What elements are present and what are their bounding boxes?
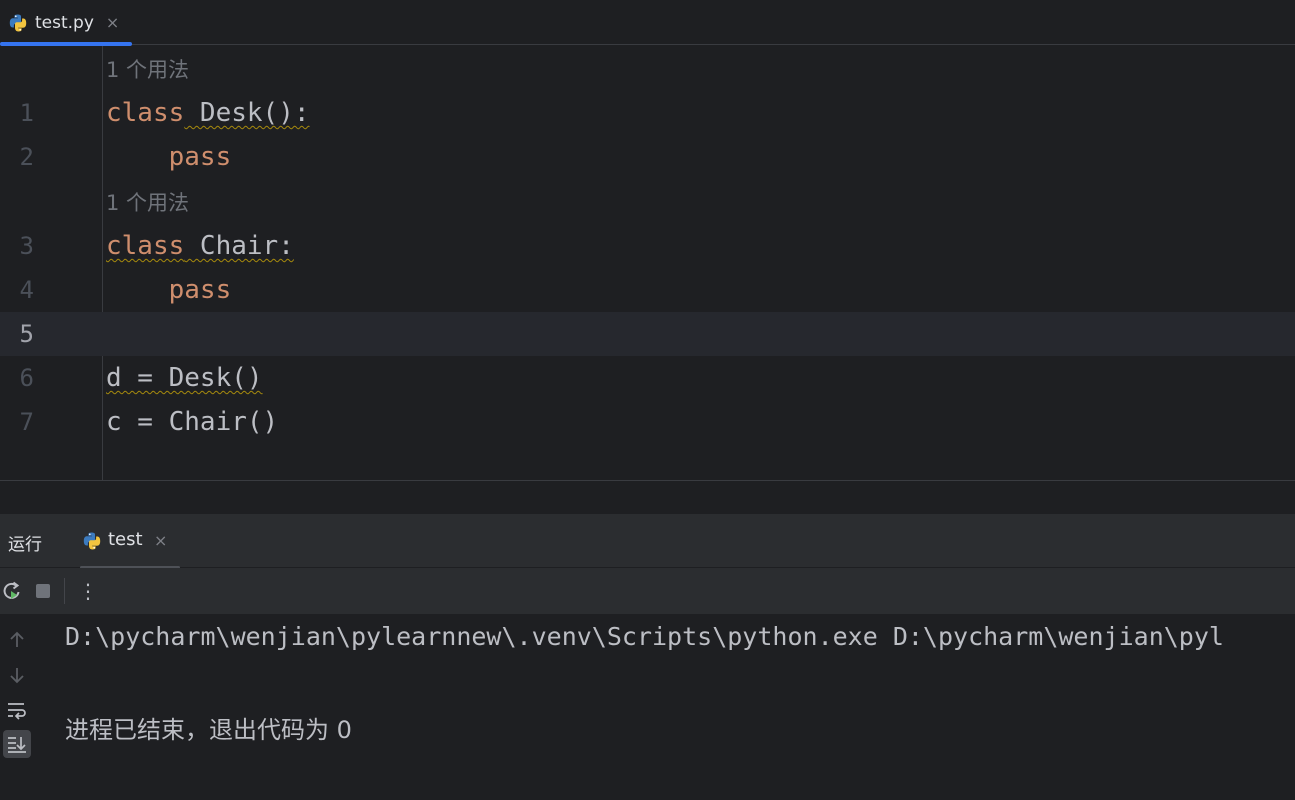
- stop-icon[interactable]: [31, 579, 55, 603]
- usage-hint[interactable]: 1 个用法: [106, 54, 189, 84]
- console-line: D:\pycharm\wenjian\pylearnnew\.venv\Scri…: [65, 622, 1224, 651]
- code-text: c = Chair(): [106, 407, 279, 437]
- line-number: 5: [19, 320, 34, 348]
- code-text: class Desk():: [106, 98, 310, 128]
- code-line[interactable]: 4 pass: [0, 268, 1295, 312]
- scroll-to-end-icon[interactable]: [3, 730, 31, 758]
- splitter[interactable]: [0, 481, 1295, 514]
- tab-label: test.py: [35, 12, 94, 33]
- code-line[interactable]: 3 class Chair:: [0, 224, 1295, 268]
- close-icon[interactable]: ×: [106, 13, 119, 32]
- line-number: 1: [19, 99, 34, 127]
- run-tab-label: test: [108, 529, 143, 550]
- more-icon[interactable]: ⋮: [76, 579, 100, 603]
- line-number: 3: [19, 232, 34, 260]
- line-number: 7: [19, 408, 34, 436]
- scroll-down-icon[interactable]: [3, 661, 31, 689]
- rerun-icon[interactable]: [0, 579, 24, 603]
- code-editor[interactable]: 1 个用法 1 class Desk(): 2 pass 1 个用法 3 cla…: [0, 46, 1295, 480]
- code-line[interactable]: 1 class Desk():: [0, 91, 1295, 135]
- code-line-current[interactable]: 5: [0, 312, 1295, 356]
- code-line[interactable]: 2 pass: [0, 135, 1295, 179]
- run-toolbar: ⋮: [0, 568, 1295, 614]
- console-line: 进程已结束，退出代码为 0: [65, 716, 352, 744]
- close-icon[interactable]: ×: [154, 531, 167, 550]
- line-number: 4: [19, 276, 34, 304]
- usage-hint[interactable]: 1 个用法: [106, 187, 189, 217]
- console-side-toolbar: [0, 614, 40, 800]
- code-text: pass: [168, 142, 232, 172]
- run-title: 运行: [8, 535, 42, 555]
- code-text: d = Desk(): [106, 363, 263, 393]
- tab-test-py[interactable]: test.py ×: [0, 0, 132, 46]
- code-text: class Chair:: [106, 231, 294, 261]
- editor-tab-bar: test.py ×: [0, 0, 1295, 46]
- python-icon: [8, 13, 28, 33]
- python-icon: [82, 531, 102, 551]
- console-output[interactable]: D:\pycharm\wenjian\pylearnnew\.venv\Scri…: [0, 614, 1295, 800]
- code-line[interactable]: 7 c = Chair(): [0, 400, 1295, 444]
- tab-run-test[interactable]: test ×: [80, 514, 180, 569]
- line-number: 2: [19, 143, 34, 171]
- code-text: pass: [168, 275, 232, 305]
- soft-wrap-icon[interactable]: [3, 696, 31, 724]
- toolbar-separator: [64, 578, 65, 604]
- code-line[interactable]: 6 d = Desk(): [0, 356, 1295, 400]
- run-tool-window-header: 运行 test ×: [0, 514, 1295, 569]
- line-number: 6: [19, 364, 34, 392]
- scroll-up-icon[interactable]: [3, 626, 31, 654]
